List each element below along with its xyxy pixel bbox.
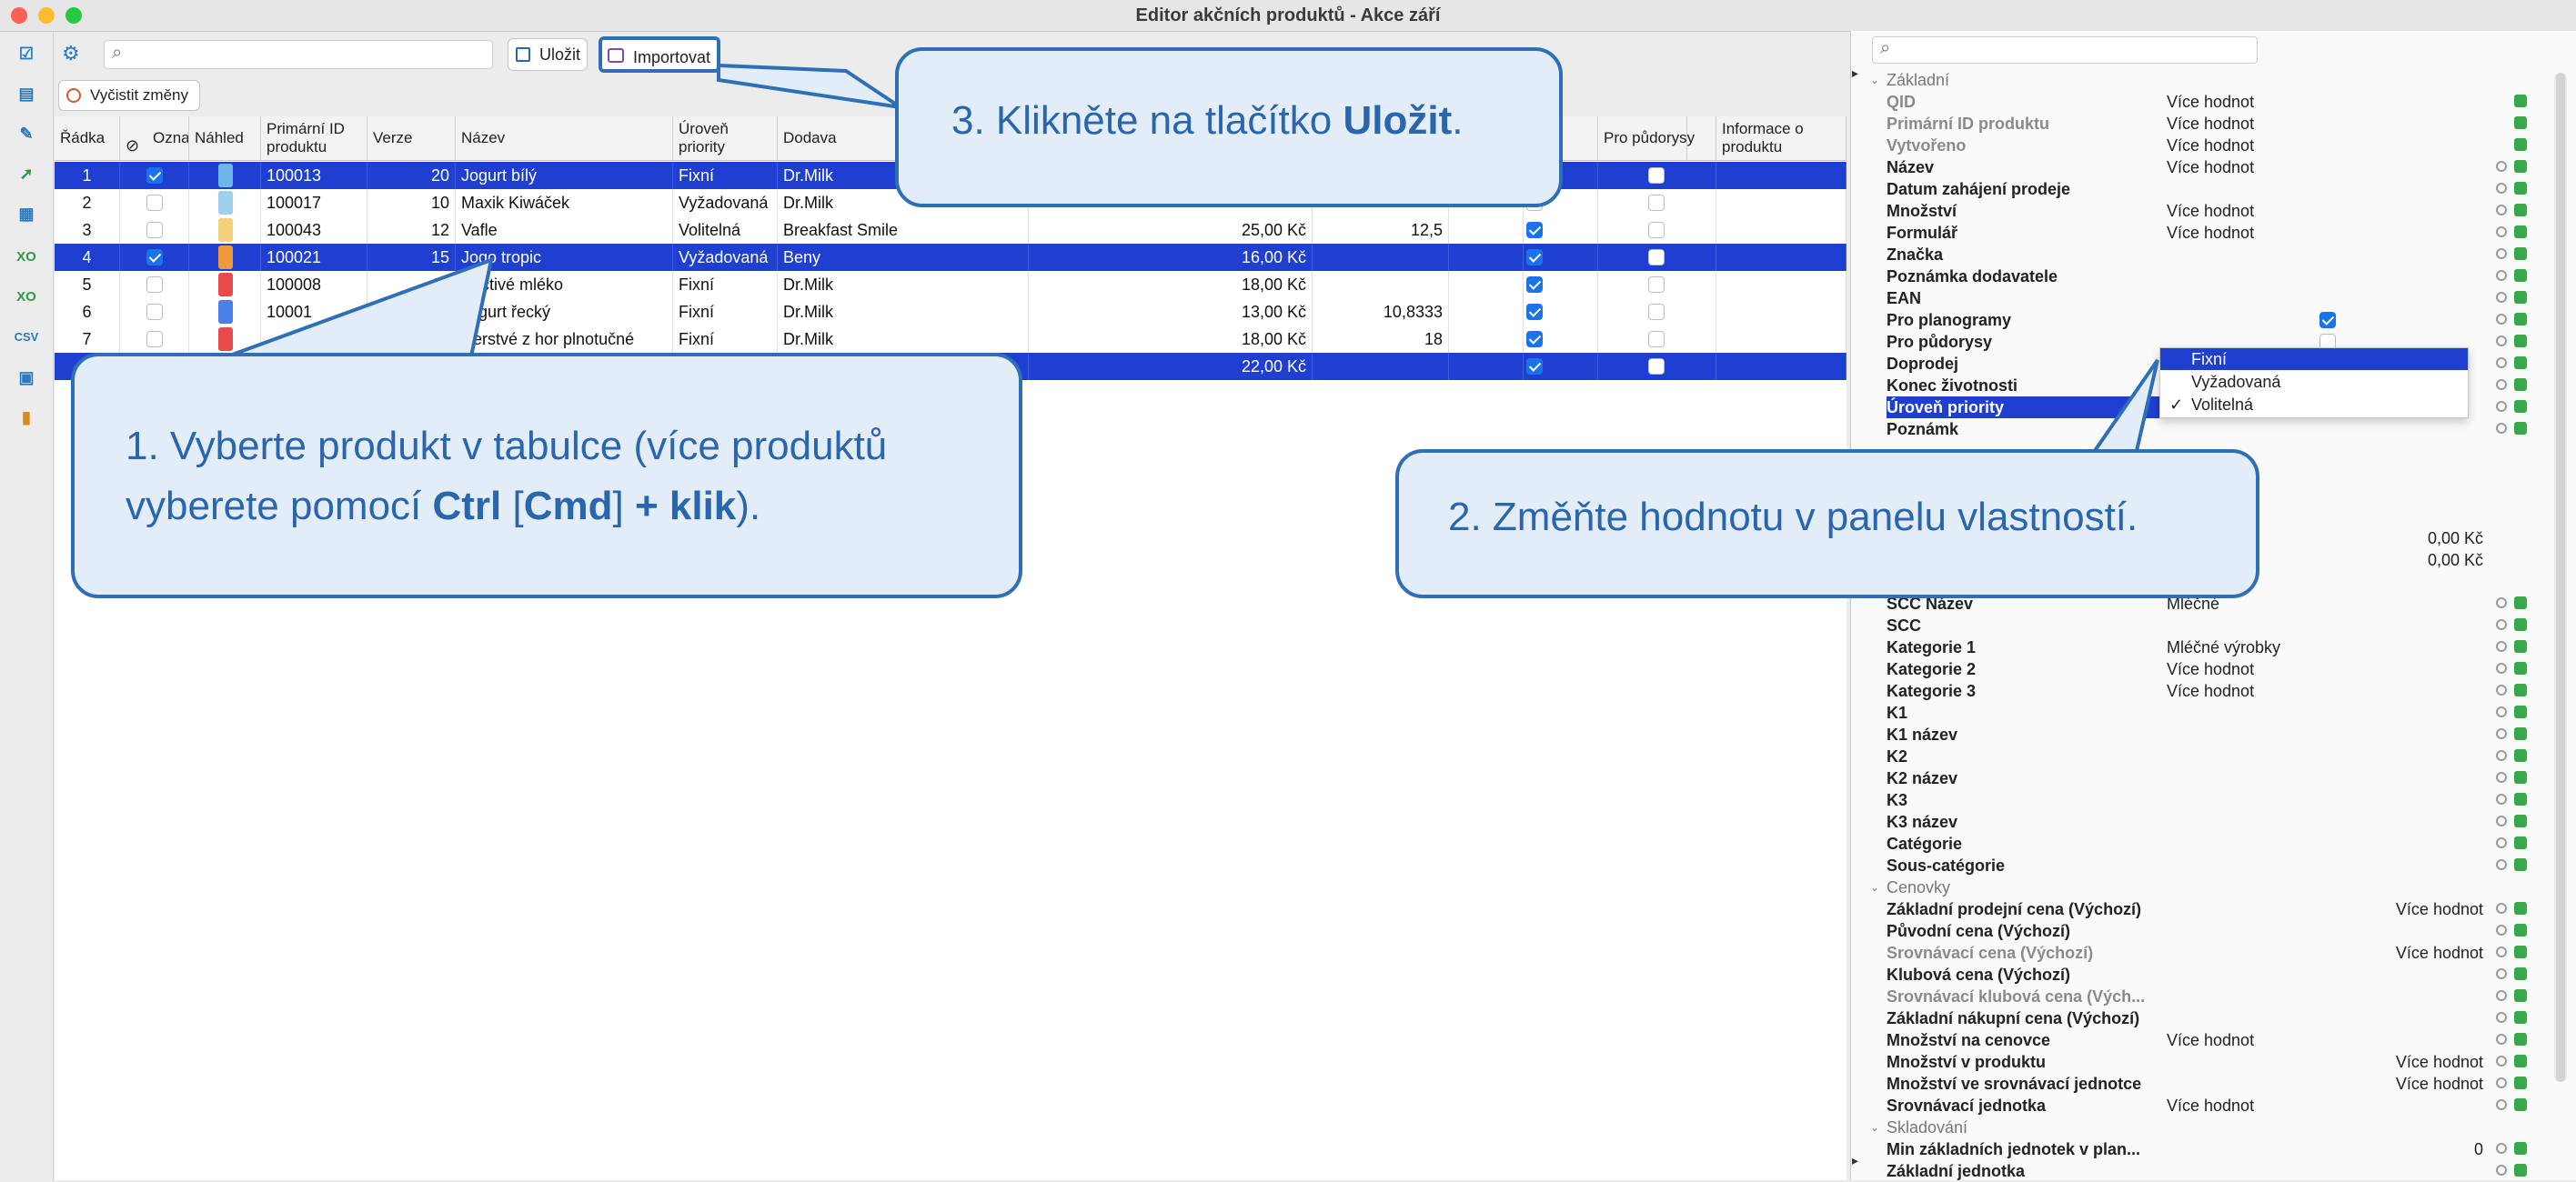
callout2-tail — [2088, 358, 2159, 456]
callout-step-2: 2. Změňte hodnotu v panelu vlastností. — [1395, 449, 2259, 598]
callout1-line2: vyberete pomocí Ctrl [Cmd] + klik). — [126, 484, 761, 528]
callout3-end: . — [1452, 98, 1464, 143]
callout2-text: 2. Změňte hodnotu v panelu vlastností. — [1448, 495, 2138, 539]
callout-step-3: 3. Klikněte na tlačítko Uložit. — [895, 47, 1563, 207]
callout1-tail — [226, 256, 494, 358]
callout3-bold: Uložit — [1343, 98, 1453, 143]
callout1-line1: 1. Vyberte produkt v tabulce (více produ… — [126, 424, 888, 468]
callout3-text: 3. Klikněte na tlačítko — [951, 98, 1343, 143]
callout3-tail — [717, 63, 902, 109]
callout-step-1: 1. Vyberte produkt v tabulce (více produ… — [71, 353, 1022, 598]
